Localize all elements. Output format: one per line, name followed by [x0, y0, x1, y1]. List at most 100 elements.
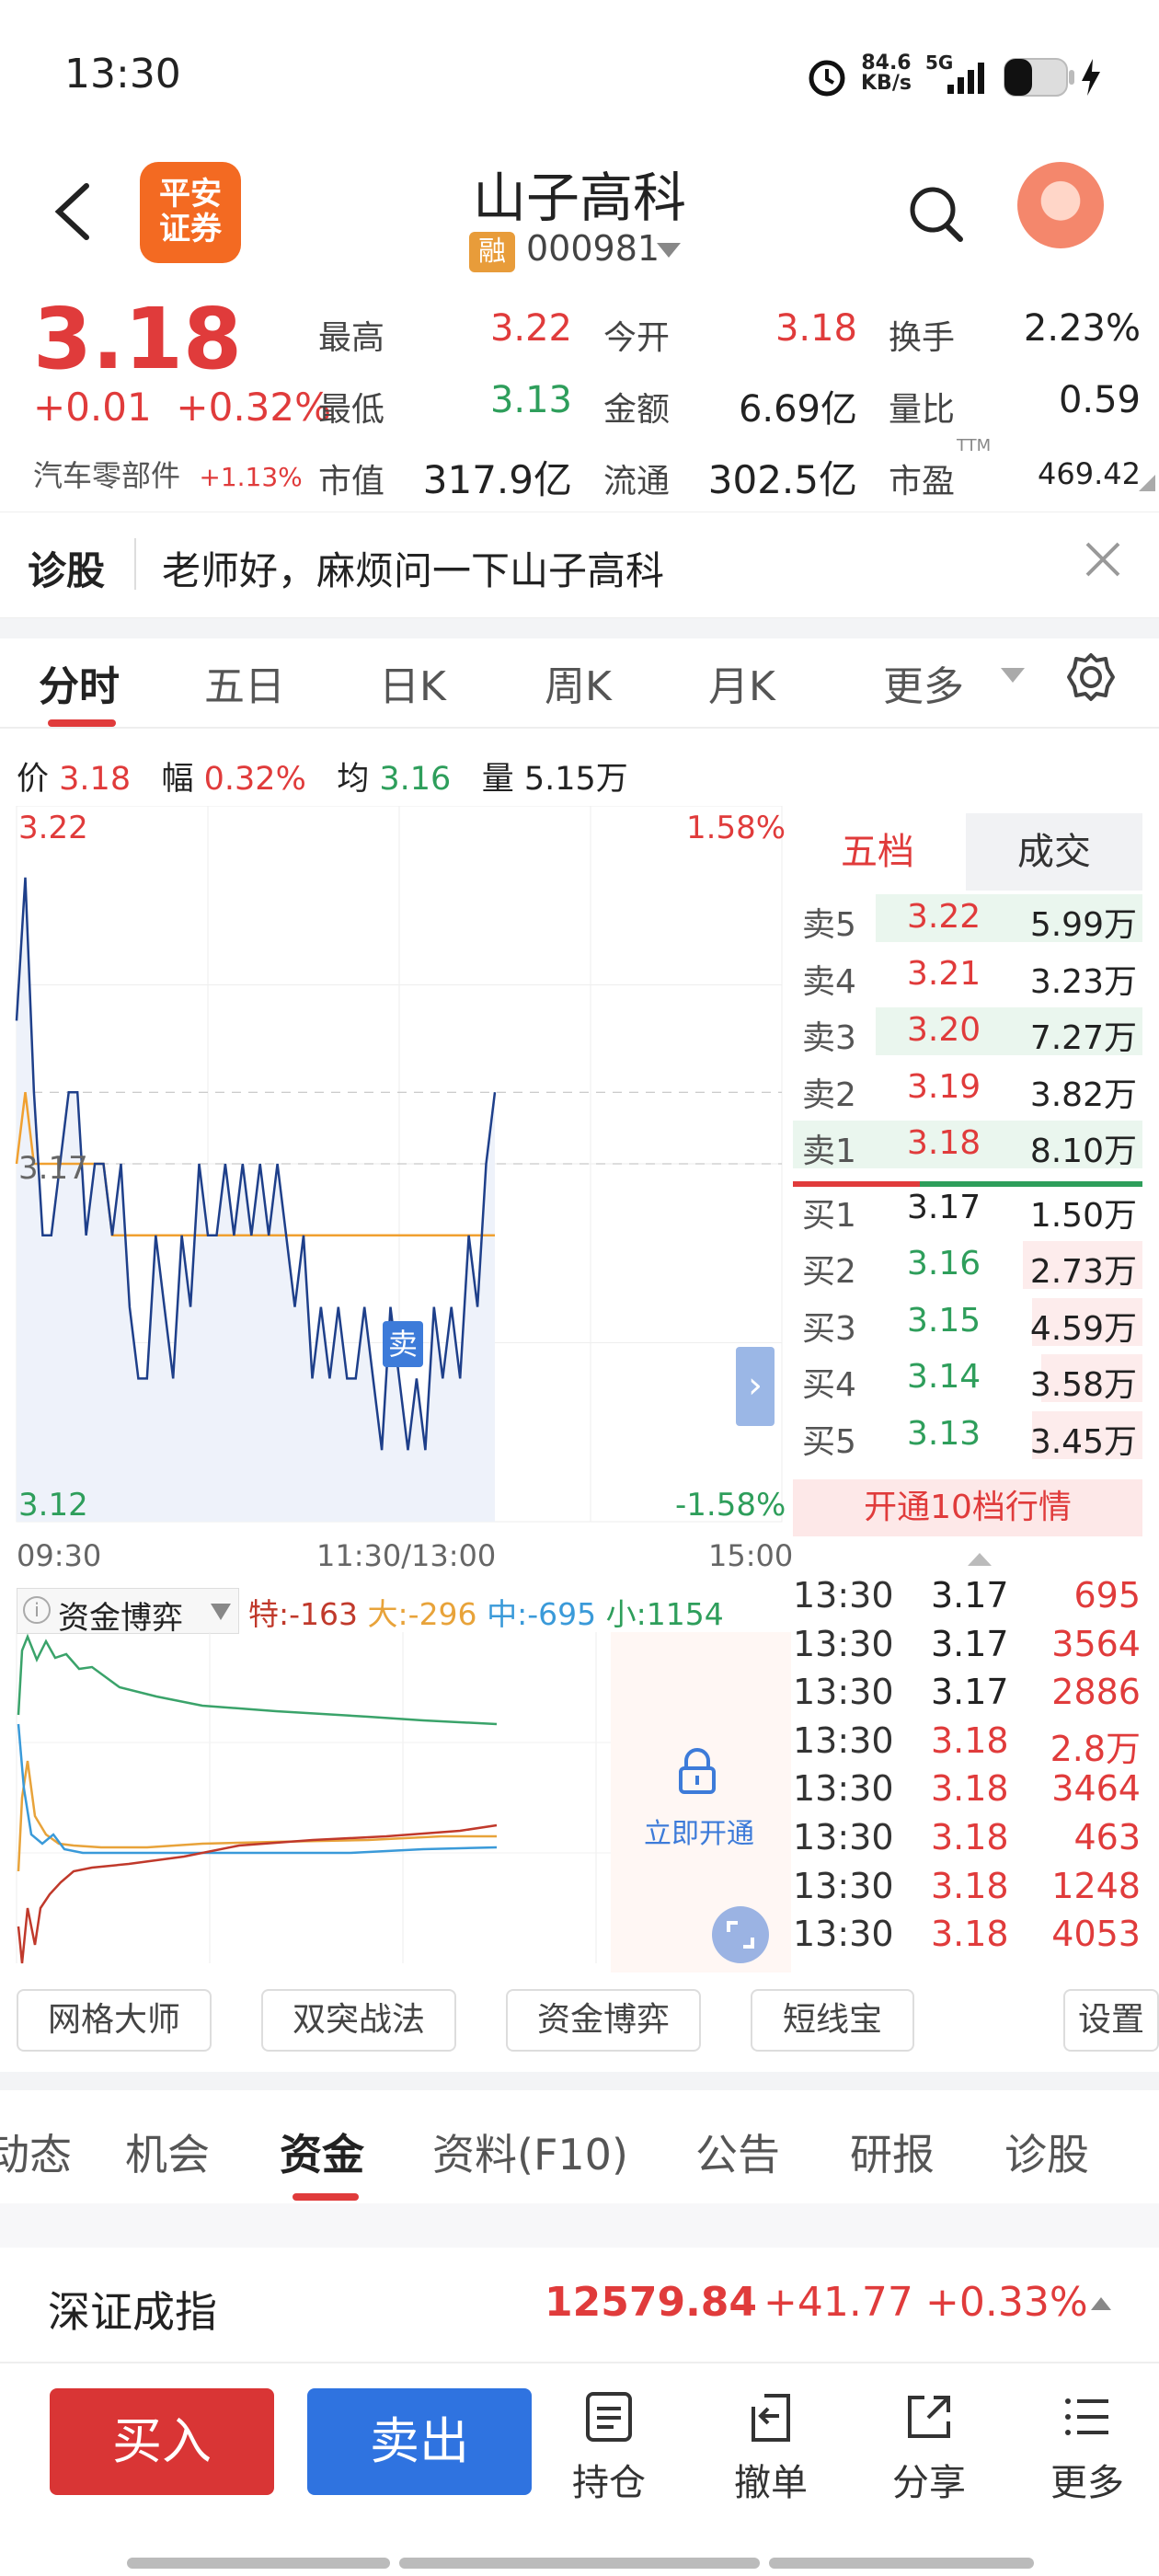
expand-corner-icon[interactable] — [1137, 473, 1157, 493]
divider — [0, 2072, 1159, 2090]
tab-monthly-k[interactable]: 月K — [708, 653, 775, 712]
pct-max-label: 1.58% — [686, 810, 786, 846]
tab-intraday[interactable]: 分时 — [39, 653, 120, 712]
tab-news-f10[interactable]: 资料(F10) — [432, 2122, 628, 2182]
last-price: 3.18 — [33, 290, 242, 388]
open-value: 3.18 — [775, 307, 857, 350]
trade-volume: 4053 — [1051, 1914, 1141, 1955]
share-button[interactable]: 分享 — [874, 2388, 984, 2517]
trade-volume: 2.8万 — [1050, 1728, 1141, 1769]
more-button[interactable]: 更多 — [1032, 2388, 1142, 2517]
orderbook-row[interactable]: 卖5 3.22 5.99万 — [789, 891, 1142, 946]
orderbook-level: 买5 — [802, 1422, 856, 1461]
index-expand-icon[interactable] — [1089, 2295, 1113, 2312]
tab-five-day[interactable]: 五日 — [204, 653, 285, 712]
tool-grid-master[interactable]: 网格大师 — [17, 1989, 212, 2052]
collapse-arrow-icon[interactable] — [966, 1551, 993, 1568]
cancel-order-button[interactable]: 撤单 — [716, 2388, 826, 2517]
avatar[interactable] — [1017, 162, 1104, 248]
sell-marker[interactable]: 卖 — [383, 1321, 423, 1367]
capital-game-dropdown[interactable]: i 资金博弈 — [17, 1588, 239, 1637]
close-icon[interactable] — [1082, 538, 1124, 581]
cancel-order-label: 撤单 — [734, 2462, 808, 2504]
orderbook-price: 3.21 — [907, 954, 981, 993]
active-tab-underline — [48, 719, 116, 727]
tab-news-capital[interactable]: 资金 — [280, 2122, 364, 2182]
sector[interactable]: 汽车零部件 +1.13% — [33, 453, 303, 495]
tab-news-announce[interactable]: 公告 — [695, 2122, 780, 2182]
orderbook-row[interactable]: 卖4 3.21 3.23万 — [789, 948, 1142, 1003]
pe-label: 市盈 — [889, 463, 956, 500]
holdings-button[interactable]: 持仓 — [554, 2388, 664, 2517]
tool-double-breakout[interactable]: 双突战法 — [261, 1989, 456, 2052]
tool-settings[interactable]: 设置 — [1063, 1989, 1159, 2052]
orderbook-row[interactable]: 买2 3.16 2.73万 — [789, 1237, 1142, 1293]
index-ticker[interactable]: 深证成指 12579.84 +41.77 +0.33% — [0, 2248, 1159, 2363]
turnover-label: 换手 — [889, 319, 956, 357]
trade-price: 3.18 — [931, 1719, 1009, 1761]
low-value: 3.13 — [489, 379, 572, 421]
trade-volume: 1248 — [1051, 1865, 1141, 1906]
fullscreen-button[interactable] — [712, 1906, 769, 1963]
orderbook-level: 买1 — [802, 1196, 856, 1235]
tab-five-levels[interactable]: 五档 — [789, 813, 966, 891]
orderbook-row[interactable]: 买5 3.13 3.45万 — [789, 1408, 1142, 1463]
orderbook-row[interactable]: 卖2 3.19 3.82万 — [789, 1061, 1142, 1116]
orderbook-level: 卖1 — [802, 1133, 856, 1170]
index-change: +41.77 — [763, 2279, 913, 2326]
expand-panel-button[interactable]: › — [736, 1347, 775, 1426]
code-dropdown-icon[interactable] — [655, 241, 683, 259]
trade-row: 13:30 3.17 2886 — [793, 1672, 1142, 1719]
stock-code[interactable]: 000981 — [526, 228, 660, 269]
share-icon — [908, 2396, 950, 2438]
orderbook-volume: 3.45万 — [1029, 1422, 1137, 1461]
orderbook-row[interactable]: 买1 3.17 1.50万 — [789, 1181, 1142, 1236]
pe-value: 469.42 — [1038, 456, 1141, 491]
trade-price: 3.18 — [931, 1914, 1009, 1955]
trade-price: 3.17 — [931, 1575, 1009, 1616]
tab-news-opportunity[interactable]: 机会 — [125, 2122, 210, 2182]
trade-row: 13:30 3.18 1248 — [793, 1866, 1142, 1914]
margin-badge: 融 — [469, 232, 515, 272]
open-ten-levels-button[interactable]: 开通10档行情 — [793, 1479, 1142, 1536]
trade-price: 3.18 — [931, 1865, 1009, 1906]
orderbook-volume: 5.99万 — [1029, 906, 1137, 944]
chart-info: 价 3.18 幅 0.32% 均 3.16 量 5.15万 — [17, 761, 628, 798]
orderbook-row[interactable]: 买3 3.15 4.59万 — [789, 1294, 1142, 1350]
tab-news-dynamic[interactable]: 动态 — [0, 2122, 72, 2182]
sell-button[interactable]: 卖出 — [307, 2388, 532, 2495]
tab-more[interactable]: 更多 — [883, 653, 964, 712]
tool-capital-game[interactable]: 资金博弈 — [506, 1989, 701, 2052]
orderbook-row[interactable]: 卖1 3.18 8.10万 — [789, 1117, 1142, 1172]
orderbook-price: 3.14 — [907, 1358, 981, 1396]
amount-label: 金额 — [603, 391, 671, 429]
intraday-chart[interactable] — [0, 806, 787, 1558]
trade-time: 13:30 — [793, 1575, 894, 1616]
capital-title: 资金博弈 — [58, 1600, 183, 1637]
more-dropdown-icon[interactable] — [999, 666, 1027, 684]
tab-news-diagnose[interactable]: 诊股 — [1004, 2122, 1089, 2182]
buy-button[interactable]: 买入 — [50, 2388, 274, 2495]
gear-icon[interactable] — [1065, 651, 1117, 703]
orderbook-row[interactable]: 买4 3.14 3.58万 — [789, 1351, 1142, 1406]
orderbook-row[interactable]: 卖3 3.20 7.27万 — [789, 1004, 1142, 1059]
unlock-button[interactable]: 立即开通 — [644, 1811, 754, 1851]
search-icon[interactable] — [907, 180, 966, 245]
orderbook-volume: 3.58万 — [1029, 1366, 1137, 1404]
fullscreen-icon — [727, 1921, 754, 1949]
share-label: 分享 — [892, 2462, 966, 2504]
nav-bar-segment — [127, 2558, 390, 2569]
capital-chart — [16, 1632, 791, 1972]
pct-min-label: -1.58% — [675, 1487, 786, 1524]
float-label: 流通 — [603, 463, 671, 500]
tab-weekly-k[interactable]: 周K — [545, 653, 612, 712]
turnover-value: 2.23% — [1023, 307, 1141, 350]
diagnose-banner[interactable]: 诊股 老师好，麻烦问一下山子高科 — [0, 512, 1159, 618]
tab-news-research[interactable]: 研报 — [850, 2122, 935, 2182]
holdings-icon — [586, 2392, 632, 2442]
tab-daily-k[interactable]: 日K — [379, 653, 446, 712]
more-label: 更多 — [1050, 2462, 1124, 2504]
tab-deals[interactable]: 成交 — [966, 813, 1142, 891]
open-label: 今开 — [603, 319, 671, 357]
tool-short-line[interactable]: 短线宝 — [751, 1989, 914, 2052]
